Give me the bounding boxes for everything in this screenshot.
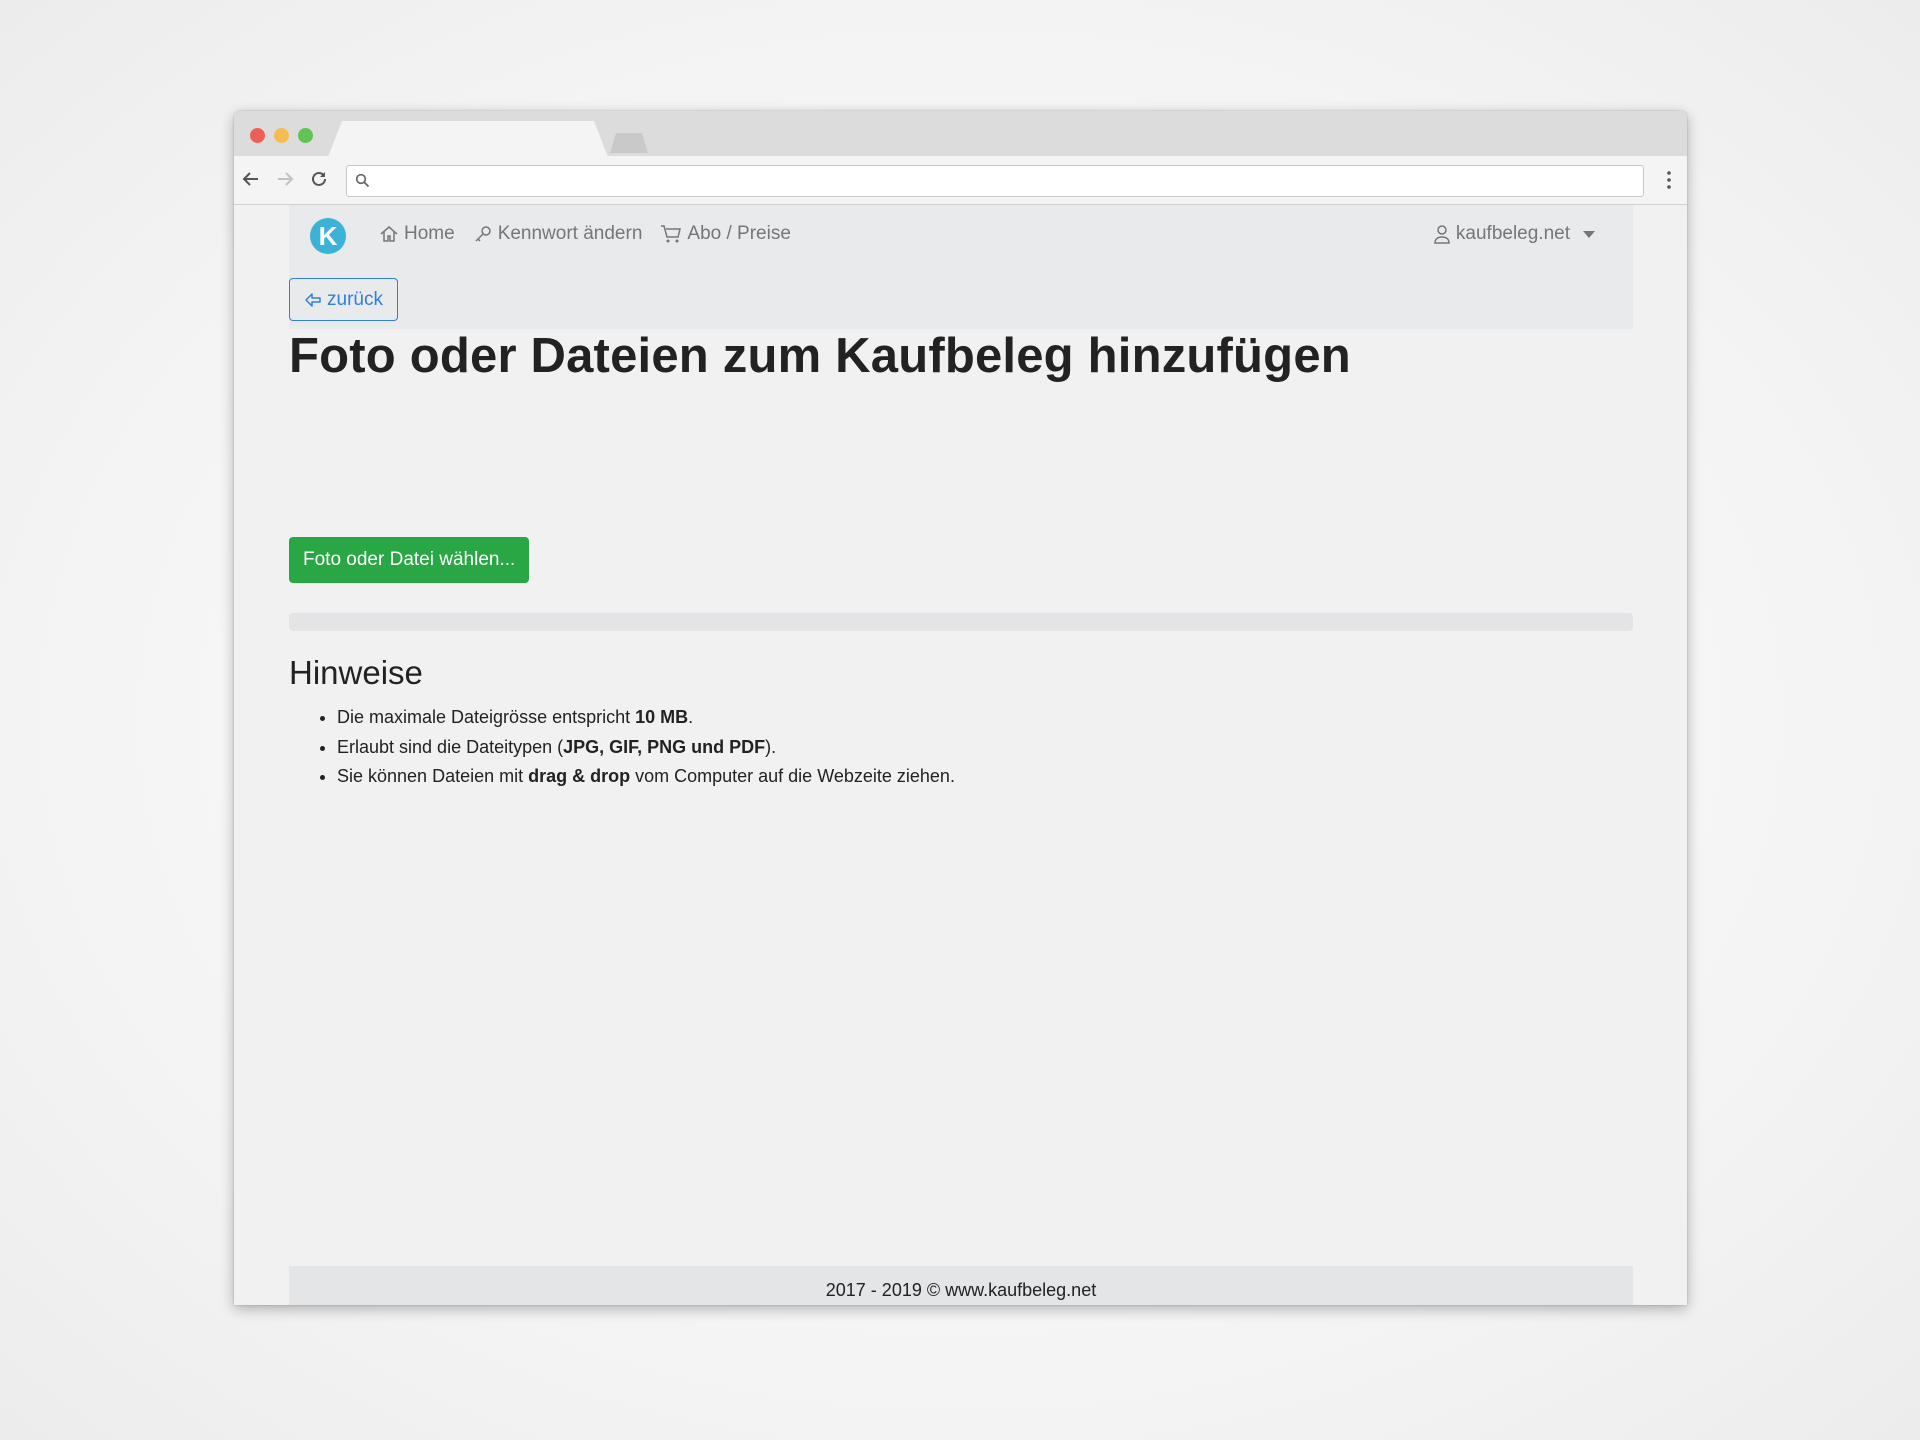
minimize-window-button[interactable] (274, 128, 289, 143)
back-label: zurück (327, 288, 383, 310)
user-label: kaufbeleg.net (1455, 223, 1570, 244)
page-title: Foto oder Dateien zum Kaufbeleg hinzufüg… (289, 329, 1351, 383)
back-link-button[interactable]: zurück (289, 278, 398, 321)
nav-link-home[interactable]: Home (379, 223, 455, 245)
list-item: Die maximale Dateigrösse entspricht 10 M… (337, 703, 955, 733)
home-icon (380, 226, 398, 242)
reload-button[interactable] (306, 166, 332, 192)
maximize-window-button[interactable] (298, 128, 313, 143)
hints-list: Die maximale Dateigrösse entspricht 10 M… (289, 703, 955, 792)
nav-link-label: Home (404, 223, 455, 244)
title-bar (234, 111, 1687, 157)
forward-button[interactable] (272, 166, 298, 192)
nav-link-change-password[interactable]: Kennwort ändern (473, 223, 643, 245)
nav-link-pricing[interactable]: Abo / Preise (660, 223, 791, 245)
new-tab-button[interactable] (610, 133, 648, 153)
back-button[interactable] (238, 166, 264, 192)
user-icon (1434, 225, 1450, 244)
user-dropdown[interactable]: kaufbeleg.net (1433, 223, 1595, 245)
footer: 2017 - 2019 © www.kaufbeleg.net (289, 1266, 1633, 1305)
address-input[interactable] (377, 166, 1631, 196)
list-item: Erlaubt sind die Dateitypen (JPG, GIF, P… (337, 733, 955, 763)
nav-links: Home Kennwort ändern Abo / Preise (379, 223, 791, 245)
svg-text:K: K (319, 221, 338, 251)
list-item: Sie können Dateien mit drag & drop vom C… (337, 762, 955, 792)
browser-window: K Home Kennwort ändern Abo / Preise kauf… (234, 111, 1687, 1305)
address-bar[interactable] (346, 165, 1644, 197)
footer-text: 2017 - 2019 © www.kaufbeleg.net (825, 1280, 1097, 1300)
navbar: K Home Kennwort ändern Abo / Preise kauf… (289, 205, 1633, 329)
choose-file-button[interactable]: Foto oder Datei wählen... (289, 537, 530, 583)
cart-icon (661, 225, 682, 243)
upload-progress-bar (289, 613, 1633, 631)
forward-arrow-icon (278, 172, 294, 186)
back-arrow-icon (242, 172, 258, 186)
search-icon (355, 173, 370, 188)
page-viewport: K Home Kennwort ändern Abo / Preise kauf… (234, 205, 1687, 1305)
close-window-button[interactable] (250, 128, 265, 143)
browser-toolbar (234, 156, 1687, 205)
reload-icon (312, 171, 326, 186)
nav-link-label: Kennwort ändern (497, 223, 643, 244)
hints-heading: Hinweise (289, 654, 423, 691)
key-icon (475, 226, 491, 242)
brand-logo[interactable]: K (309, 217, 347, 255)
nav-link-label: Abo / Preise (687, 223, 791, 244)
menu-dots-icon[interactable] (1665, 167, 1673, 193)
arrow-left-icon (305, 292, 321, 307)
browser-tab[interactable] (328, 121, 608, 157)
chevron-down-icon (1583, 230, 1595, 238)
